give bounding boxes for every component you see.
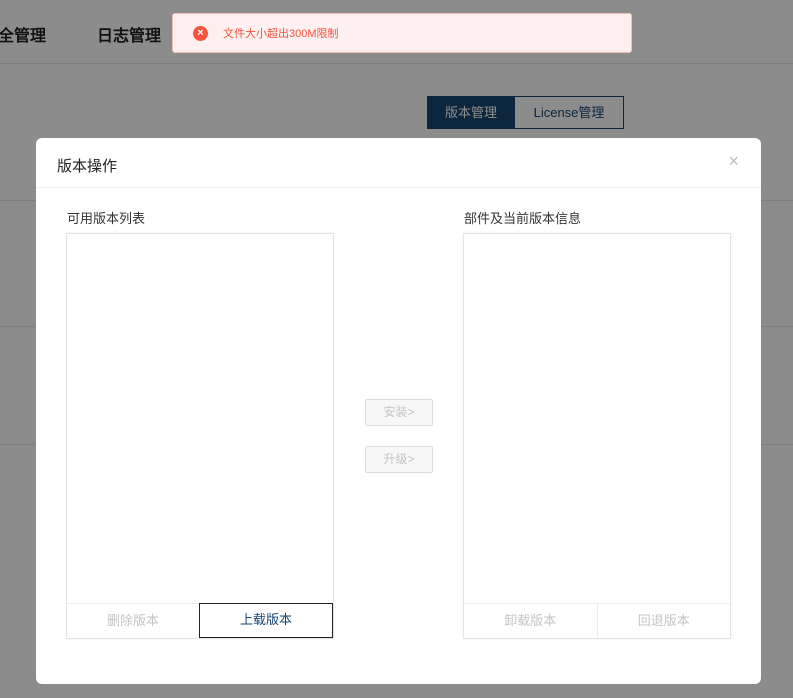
error-circle-icon: × <box>193 25 208 41</box>
components-version-list[interactable] <box>464 234 730 604</box>
close-icon[interactable]: × <box>728 152 739 170</box>
available-versions-list[interactable] <box>67 234 333 604</box>
dialog-title: 版本操作 <box>57 158 118 175</box>
error-toast: × 文件大小超出300M限制 <box>172 13 632 53</box>
available-versions-label: 可用版本列表 <box>67 211 146 226</box>
rollback-version-button[interactable]: 回退版本 <box>596 604 730 638</box>
components-version-panel: 卸载版本 回退版本 <box>463 233 731 639</box>
upload-version-button[interactable]: 上载版本 <box>199 603 333 638</box>
panel-footer: 卸载版本 回退版本 <box>464 603 730 638</box>
toast-message: 文件大小超出300M限制 <box>223 28 339 40</box>
available-versions-panel: 删除版本 上载版本 <box>66 233 334 639</box>
dialog-header: 版本操作 × <box>36 138 761 188</box>
components-version-label: 部件及当前版本信息 <box>464 211 582 226</box>
upgrade-button[interactable]: 升级> <box>365 446 433 473</box>
version-operation-dialog: 版本操作 × 可用版本列表 删除版本 上载版本 安装> 升级> 部件及当前版本信… <box>36 138 761 684</box>
uninstall-version-button[interactable]: 卸载版本 <box>464 604 597 638</box>
install-button[interactable]: 安装> <box>365 399 433 426</box>
delete-version-button[interactable]: 删除版本 <box>67 604 199 638</box>
panel-footer: 删除版本 上载版本 <box>67 603 333 638</box>
